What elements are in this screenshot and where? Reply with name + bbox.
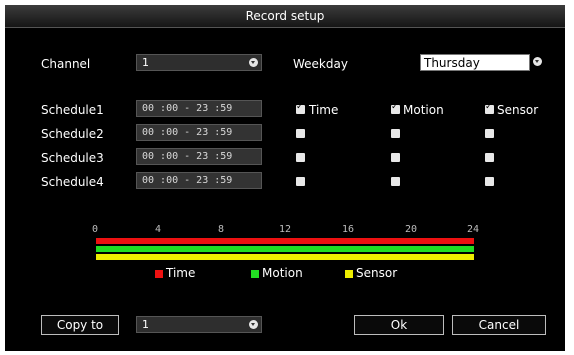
sensor-checkbox[interactable]	[485, 129, 494, 138]
schedule-label: Schedule2	[41, 127, 104, 141]
chevron-down-icon[interactable]	[249, 320, 258, 329]
schedule-label: Schedule4	[41, 175, 104, 189]
channel-value: 1	[142, 56, 149, 69]
timeline-tick: 16	[342, 224, 355, 235]
time-schedule-bar	[96, 238, 474, 244]
weekday-select[interactable]: Thursday	[420, 54, 530, 71]
schedule-time-range[interactable]: 00 :00 - 23 :59	[136, 172, 262, 189]
schedule-time-range[interactable]: 00 :00 - 23 :59	[136, 100, 262, 117]
time-checkbox[interactable]	[296, 102, 305, 114]
time-column-label: Time	[309, 103, 339, 117]
dialog-title: Record setup	[245, 9, 325, 23]
channel-select[interactable]: 1	[136, 54, 262, 71]
chevron-down-icon[interactable]	[533, 57, 542, 66]
timeline-tick: 8	[218, 224, 225, 235]
copy-to-button[interactable]: Copy to	[41, 315, 119, 335]
weekday-label: Weekday	[293, 57, 348, 71]
schedule-label: Schedule1	[41, 103, 104, 117]
motion-checkbox[interactable]	[391, 129, 400, 138]
schedule-time-range[interactable]: 00 :00 - 23 :59	[136, 124, 262, 141]
copy-target-select[interactable]: 1	[136, 316, 262, 333]
chevron-down-icon[interactable]	[249, 58, 258, 67]
timeline-tick: 4	[155, 224, 162, 235]
sensor-checkbox[interactable]	[485, 177, 494, 186]
channel-label: Channel	[41, 57, 91, 71]
motion-column-label: Motion	[403, 103, 444, 117]
motion-checkbox[interactable]	[391, 102, 400, 114]
time-legend-label: Time	[166, 266, 196, 280]
sensor-column-label: Sensor	[497, 103, 539, 117]
weekday-value: Thursday	[424, 56, 480, 70]
time-checkbox[interactable]	[296, 153, 305, 162]
time-checkbox[interactable]	[296, 177, 305, 186]
timeline-tick: 12	[279, 224, 292, 235]
motion-legend-label: Motion	[262, 266, 303, 280]
sensor-legend-label: Sensor	[356, 266, 398, 280]
timeline-tick: 0	[92, 224, 99, 235]
motion-checkbox[interactable]	[391, 153, 400, 162]
schedule-time-range[interactable]: 00 :00 - 23 :59	[136, 148, 262, 165]
sensor-schedule-bar	[96, 254, 474, 260]
motion-checkbox[interactable]	[391, 177, 400, 186]
timeline-tick: 20	[405, 224, 418, 235]
sensor-checkbox[interactable]	[485, 102, 494, 114]
schedule-label: Schedule3	[41, 151, 104, 165]
ok-button[interactable]: Ok	[354, 315, 444, 335]
time-checkbox[interactable]	[296, 129, 305, 138]
copy-target-value: 1	[142, 318, 149, 331]
sensor-checkbox[interactable]	[485, 153, 494, 162]
title-bar: Record setup	[5, 5, 565, 28]
cancel-button[interactable]: Cancel	[452, 315, 546, 335]
sensor-legend-swatch	[345, 270, 353, 278]
motion-legend-swatch	[251, 270, 259, 278]
timeline-tick: 24	[467, 224, 480, 235]
time-legend-swatch	[155, 270, 163, 278]
motion-schedule-bar	[96, 246, 474, 252]
